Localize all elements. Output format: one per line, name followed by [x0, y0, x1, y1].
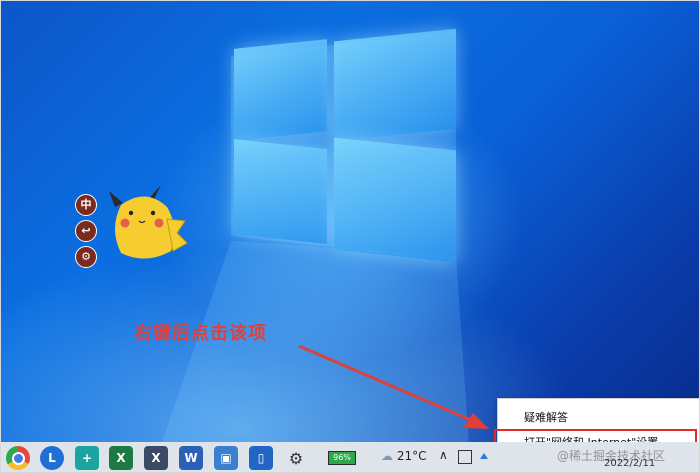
plus-app-icon[interactable]: +	[75, 446, 99, 470]
weather-widget[interactable]: ☁ 21°C	[381, 449, 426, 463]
screen-capture-icon[interactable]: ▣	[214, 446, 238, 470]
chrome-icon[interactable]	[6, 446, 30, 470]
input-method-widget[interactable]: 中 ↩ ⚙	[75, 194, 97, 272]
battery-indicator[interactable]: 96%	[328, 451, 356, 465]
tray-chevron-icon[interactable]: ∧	[439, 448, 448, 462]
menu-item-troubleshoot[interactable]: 疑难解答	[498, 407, 699, 429]
switch-icon[interactable]: ↩	[75, 220, 97, 242]
windows-logo-pane-top-right	[334, 28, 456, 142]
instruction-annotation: 右键后点击该项	[134, 323, 267, 344]
taskbar-date[interactable]: 2022/2/11	[604, 458, 655, 469]
chinese-input-icon[interactable]: 中	[75, 194, 97, 216]
windows-logo-pane-bottom-left	[234, 139, 327, 244]
temperature-text: 21°C	[396, 449, 427, 463]
settings-icon[interactable]: ⚙	[75, 246, 97, 268]
bluetooth-tray-icon[interactable]	[478, 450, 490, 462]
windows-logo-pane-top-left	[234, 39, 327, 141]
pikachu-pet-icon[interactable]	[101, 177, 191, 267]
phone-link-icon[interactable]: ▯	[249, 446, 273, 470]
gear-icon[interactable]: ⚙	[284, 446, 308, 470]
x-tool-icon[interactable]: X	[144, 446, 168, 470]
l-app-icon[interactable]: L	[40, 446, 64, 470]
cloud-icon: ☁	[381, 449, 393, 463]
excel-icon[interactable]: X	[109, 446, 133, 470]
windows-logo-pane-bottom-right	[334, 137, 456, 263]
word-icon[interactable]: W	[179, 446, 203, 470]
network-tray-icon[interactable]	[458, 450, 472, 464]
desktop-screen: 中 ↩ ⚙ 右键后点击该项 疑难解答 打开"网络和 Internet"设置 L …	[0, 0, 700, 473]
